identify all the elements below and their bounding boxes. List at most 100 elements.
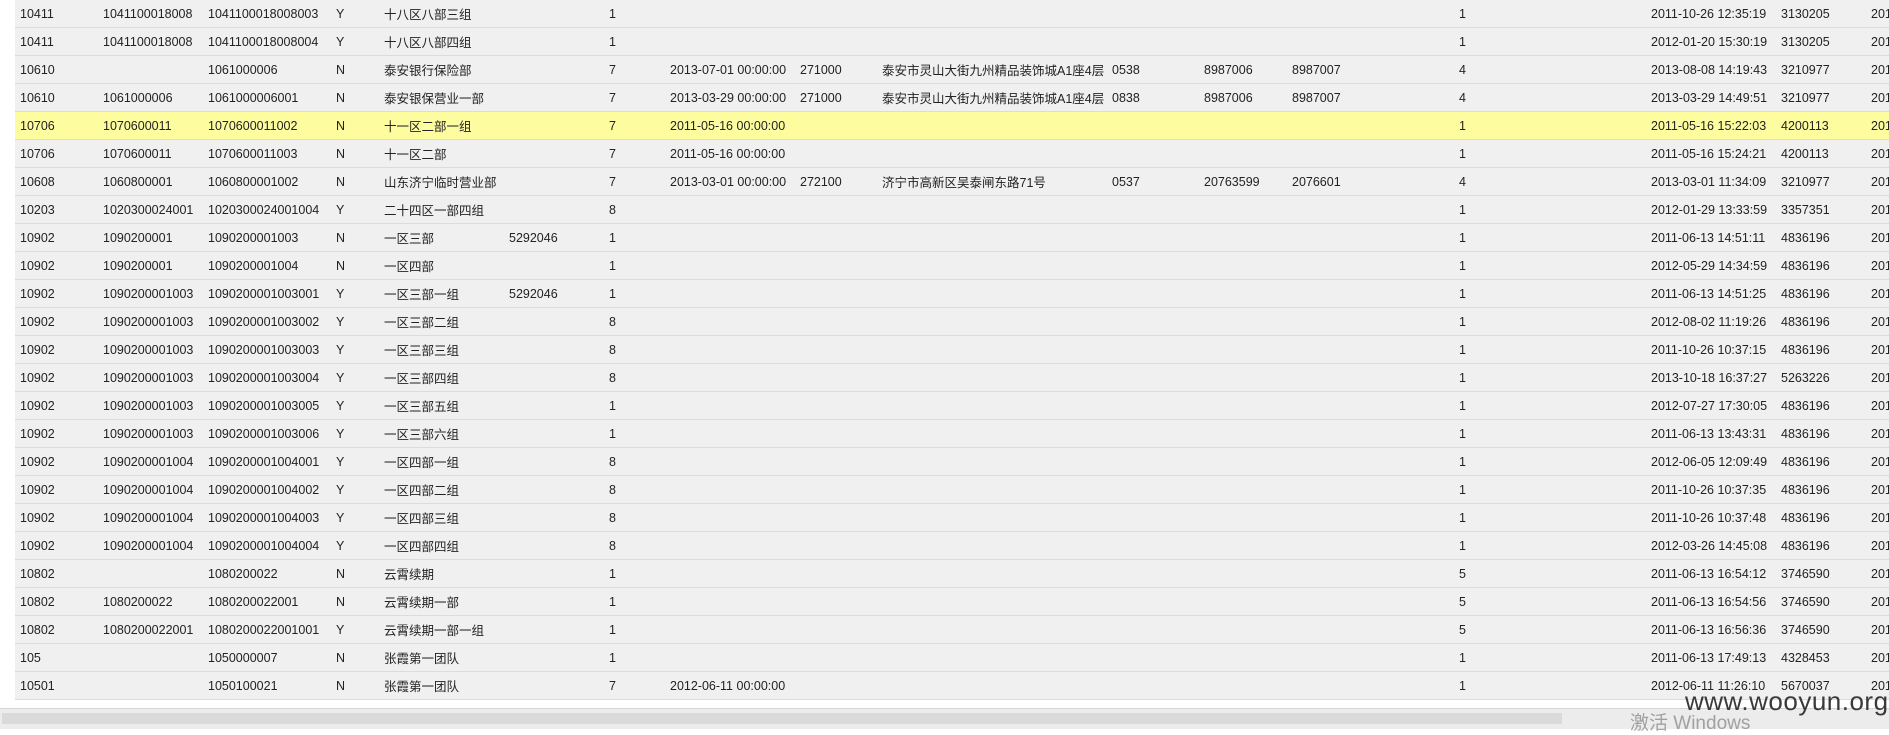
table-cell: 4836196 <box>1776 531 1866 560</box>
table-cell <box>1107 531 1199 560</box>
table-row[interactable]: 10902 1090200001004 1090200001004004 Y 一区四部四… <box>15 531 1889 560</box>
table-row[interactable]: 10501 1050100021 N 张霞第一团队 7 2012-06-11 00:00:… <box>15 671 1889 700</box>
table-cell <box>1199 0 1287 28</box>
table-row[interactable]: 10608 1060800001 1060800001002 N 山东济宁临时营业部 7 2… <box>15 167 1889 196</box>
table-cell: 1060800001002 <box>203 167 331 196</box>
table-cell: Y <box>331 195 379 224</box>
table-cell <box>795 223 877 252</box>
table-cell: 10501 <box>15 671 98 700</box>
table-cell <box>795 531 877 560</box>
table-cell <box>1199 223 1287 252</box>
table-row[interactable]: 10902 1090200001003 1090200001003003 Y 一区三部三… <box>15 335 1889 364</box>
table-cell: 10902 <box>15 223 98 252</box>
table-cell: 1 <box>1454 419 1646 448</box>
table-row[interactable]: 10902 1090200001003 1090200001003002 Y 一区三部二… <box>15 307 1889 336</box>
table-row[interactable]: 10802 1080200022 1080200022001 N 云霄续期一部 1 5 201… <box>15 587 1889 616</box>
table-cell: 一区三部一组 <box>379 279 504 308</box>
table-cell: 1090200001003 <box>98 363 203 392</box>
table-cell <box>1287 587 1454 616</box>
table-cell <box>795 587 877 616</box>
table-cell: 1 <box>1454 27 1646 56</box>
table-cell: N <box>331 587 379 616</box>
table-row[interactable]: 10610 1061000006 1061000006001 N 泰安银保营业一部 7 20… <box>15 83 1889 112</box>
table-cell <box>504 671 604 700</box>
table-cell: 8 <box>604 363 665 392</box>
table-cell <box>877 335 1107 364</box>
table-cell <box>1287 671 1454 700</box>
table-cell: 201 <box>1866 279 1889 308</box>
table-cell <box>1287 391 1454 420</box>
table-cell: 201 <box>1866 503 1889 532</box>
table-cell: 4836196 <box>1776 307 1866 336</box>
table-cell: 201 <box>1866 391 1889 420</box>
table-cell: 一区三部三组 <box>379 335 504 364</box>
table-cell: 一区三部五组 <box>379 391 504 420</box>
table-cell <box>1199 251 1287 280</box>
table-row[interactable]: 10902 1090200001004 1090200001004002 Y 一区四部二… <box>15 475 1889 504</box>
table-row[interactable]: 10902 1090200001003 1090200001003001 Y 一区三部一… <box>15 279 1889 308</box>
table-cell: 2013-08-08 14:19:43 <box>1646 55 1776 84</box>
table-row[interactable]: 10902 1090200001003 1090200001003004 Y 一区三部四… <box>15 363 1889 392</box>
table-cell: 5 <box>1454 559 1646 588</box>
table-cell: 8 <box>604 195 665 224</box>
table-cell <box>1107 335 1199 364</box>
table-cell <box>504 111 604 140</box>
table-cell <box>795 503 877 532</box>
table-row[interactable]: 105 1050000007 N 张霞第一团队 1 1 2011-06-13 17:49:1… <box>15 643 1889 672</box>
table-cell: 1080200022 <box>98 587 203 616</box>
table-row[interactable]: 10411 1041100018008 1041100018008004 Y 十八区八部… <box>15 27 1889 56</box>
table-row[interactable]: 10706 1070600011 1070600011003 N 十一区二部 7 2011-… <box>15 139 1889 168</box>
table-cell <box>1199 111 1287 140</box>
table-cell <box>877 111 1107 140</box>
table-cell: 2013-07-01 00:00:00 <box>665 55 795 84</box>
table-cell: 1070600011002 <box>203 111 331 140</box>
table-cell: 1 <box>604 615 665 644</box>
table-cell <box>795 139 877 168</box>
table-cell: N <box>331 55 379 84</box>
table-cell: 1090200001004001 <box>203 447 331 476</box>
table-row[interactable]: 10902 1090200001003 1090200001003006 Y 一区三部六… <box>15 419 1889 448</box>
table-cell: 十一区二部 <box>379 139 504 168</box>
table-row[interactable]: 10902 1090200001004 1090200001004003 Y 一区四部三… <box>15 503 1889 532</box>
table-cell <box>1107 503 1199 532</box>
table-row[interactable]: 10902 1090200001 1090200001004 N 一区四部 1 1 2012-… <box>15 251 1889 280</box>
table-row[interactable]: 10610 1061000006 N 泰安银行保险部 7 2013-07-01 00:00… <box>15 55 1889 84</box>
table-cell: 4836196 <box>1776 419 1866 448</box>
table-row[interactable]: 10902 1090200001004 1090200001004001 Y 一区四部一… <box>15 447 1889 476</box>
table-cell: 10902 <box>15 307 98 336</box>
table-cell <box>877 139 1107 168</box>
table-cell: 1090200001003 <box>98 307 203 336</box>
table-cell <box>504 475 604 504</box>
table-cell <box>1107 307 1199 336</box>
table-cell: 3130205 <box>1776 27 1866 56</box>
table-cell: 1 <box>1454 335 1646 364</box>
table-row[interactable]: 10411 1041100018008 1041100018008003 Y 十八区八部… <box>15 0 1889 28</box>
table-cell: 1 <box>1454 671 1646 700</box>
table-row[interactable]: 10203 1020300024001 1020300024001004 Y 二十四区一… <box>15 195 1889 224</box>
scrollbar-thumb[interactable] <box>2 713 1562 724</box>
table-cell: 8 <box>604 307 665 336</box>
table-cell: 1090200001004 <box>98 475 203 504</box>
table-cell <box>1287 195 1454 224</box>
data-grid[interactable]: 10411 1041100018008 1041100018008003 Y 十八区八部… <box>15 0 1889 709</box>
table-cell <box>795 307 877 336</box>
table-cell: 272100 <box>795 167 877 196</box>
table-cell <box>1199 139 1287 168</box>
horizontal-scrollbar[interactable] <box>0 708 1889 729</box>
table-cell: 1070600011 <box>98 111 203 140</box>
table-row[interactable]: 10902 1090200001 1090200001003 N 一区三部 5292046… <box>15 223 1889 252</box>
table-cell: 1 <box>1454 391 1646 420</box>
table-row[interactable]: 10902 1090200001003 1090200001003005 Y 一区三部五… <box>15 391 1889 420</box>
table-row[interactable]: 10802 1080200022 N 云霄续期 1 5 2011-06-13 16:54:1… <box>15 559 1889 588</box>
table-cell: 张霞第一团队 <box>379 643 504 672</box>
table-row-selected[interactable]: 10706 1070600011 1070600011002 N 十一区二部一组 7 201… <box>15 111 1889 140</box>
table-cell: 4836196 <box>1776 335 1866 364</box>
table-cell: 一区三部六组 <box>379 419 504 448</box>
table-cell: 1080200022 <box>203 559 331 588</box>
table-cell <box>504 391 604 420</box>
table-cell <box>1199 587 1287 616</box>
table-row[interactable]: 10802 1080200022001 1080200022001001 Y 云霄续期一… <box>15 615 1889 644</box>
table-cell <box>504 195 604 224</box>
table-cell: 10706 <box>15 139 98 168</box>
table-cell: 4 <box>1454 167 1646 196</box>
